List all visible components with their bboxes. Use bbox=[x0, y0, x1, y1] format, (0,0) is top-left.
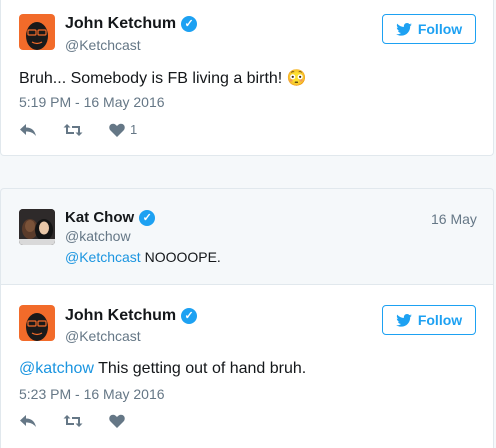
flushed-emoji: 😳 bbox=[286, 70, 307, 87]
mention-link[interactable]: @Ketchcast bbox=[65, 249, 141, 265]
retweet-button[interactable] bbox=[63, 414, 83, 428]
tweet-card-1: John Ketchum ✓ @Ketchcast Follow Bruh... … bbox=[0, 0, 494, 156]
twitter-bird-icon bbox=[396, 313, 412, 327]
tweet-timestamp[interactable]: 5:23 PM - 16 May 2016 bbox=[19, 386, 165, 402]
author-name-text[interactable]: Kat Chow bbox=[65, 209, 134, 226]
verified-icon: ✓ bbox=[181, 308, 198, 324]
author-name[interactable]: John Ketchum ✓ bbox=[65, 307, 198, 325]
tweet-timestamp[interactable]: 5:19 PM - 16 May 2016 bbox=[19, 94, 165, 110]
avatar[interactable] bbox=[19, 14, 55, 50]
author-name-text[interactable]: John Ketchum bbox=[65, 307, 176, 324]
author-handle[interactable]: @Ketchcast bbox=[65, 37, 141, 53]
tweet-text: @Ketchcast NOOOOPE. bbox=[65, 249, 221, 265]
like-count: 1 bbox=[130, 122, 138, 137]
avatar[interactable] bbox=[19, 209, 55, 245]
tweet-text: Bruh... Somebody is FB living a birth! 😳 bbox=[19, 68, 307, 88]
heart-icon bbox=[109, 414, 125, 428]
tweet-card-3: John Ketchum ✓ @Ketchcast Follow @katchow… bbox=[0, 284, 494, 448]
mention-link[interactable]: @katchow bbox=[19, 360, 94, 377]
author-handle[interactable]: @katchow bbox=[65, 228, 131, 244]
retweet-icon bbox=[63, 123, 83, 136]
tweet-actions: 1 bbox=[19, 122, 163, 137]
reply-button[interactable] bbox=[19, 414, 37, 428]
verified-icon: ✓ bbox=[139, 210, 156, 226]
author-name[interactable]: John Ketchum ✓ bbox=[65, 15, 198, 33]
follow-label: Follow bbox=[417, 312, 463, 328]
tweet-text-body: This getting out of hand bruh. bbox=[93, 360, 307, 377]
heart-icon bbox=[109, 123, 125, 137]
reply-icon bbox=[20, 415, 36, 427]
tweet-text: @katchow This getting out of hand bruh. bbox=[19, 360, 306, 378]
verified-icon: ✓ bbox=[181, 16, 198, 32]
tweet-text-body: NOOOOPE. bbox=[140, 249, 221, 265]
twitter-bird-icon bbox=[396, 22, 412, 36]
author-name[interactable]: Kat Chow ✓ bbox=[65, 209, 156, 226]
reply-icon bbox=[20, 123, 36, 136]
follow-button[interactable]: Follow bbox=[382, 14, 476, 44]
retweet-button[interactable] bbox=[63, 123, 83, 137]
tweet-date[interactable]: 16 May bbox=[431, 211, 477, 227]
like-button[interactable] bbox=[109, 414, 125, 428]
follow-button[interactable]: Follow bbox=[382, 305, 476, 335]
follow-label: Follow bbox=[417, 21, 463, 37]
retweet-icon bbox=[63, 415, 83, 427]
author-name-text[interactable]: John Ketchum bbox=[65, 15, 176, 32]
like-button[interactable]: 1 bbox=[109, 122, 137, 137]
tweet-card-2: Kat Chow ✓ @katchow 16 May @Ketchcast NOO… bbox=[0, 188, 494, 284]
reply-button[interactable] bbox=[19, 123, 37, 137]
tweet-text-body: Bruh... Somebody is FB living a birth! bbox=[19, 70, 287, 87]
avatar[interactable] bbox=[19, 305, 55, 341]
author-handle[interactable]: @Ketchcast bbox=[65, 328, 141, 344]
tweet-actions bbox=[19, 414, 151, 428]
